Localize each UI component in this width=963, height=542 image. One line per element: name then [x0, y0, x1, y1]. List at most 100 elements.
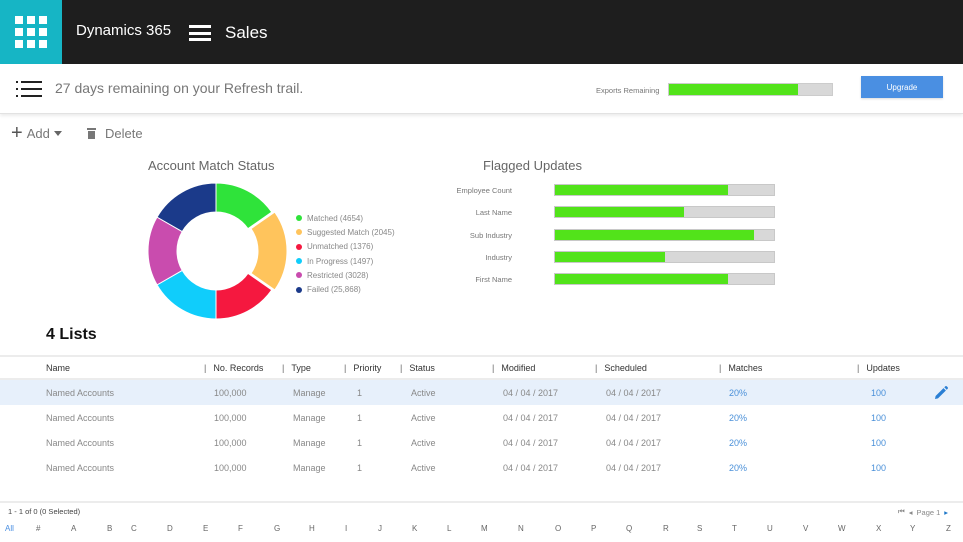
cell-scheduled: 04 / 04 / 2017: [606, 463, 662, 473]
flagged-update-row: Industry: [470, 251, 780, 265]
alpha-filter-s[interactable]: S: [697, 524, 702, 533]
exports-remaining-bar: [668, 83, 833, 96]
account-match-legend: Matched (4654) Suggested Match (2045) Unma…: [296, 211, 395, 297]
donut-slice-suggested-match[interactable]: [250, 211, 288, 291]
cell-updates[interactable]: 100: [871, 388, 886, 398]
alpha-filter-u[interactable]: U: [767, 524, 773, 533]
first-page-icon[interactable]: ⏮: [898, 507, 905, 517]
next-page-icon[interactable]: ▸: [944, 508, 948, 517]
alpha-filter-y[interactable]: Y: [910, 524, 915, 533]
cell-matches[interactable]: 20%: [729, 438, 747, 448]
alpha-filter-p[interactable]: P: [591, 524, 596, 533]
lists-count-title: 4 Lists: [46, 326, 97, 343]
alpha-filter-o[interactable]: O: [555, 524, 561, 533]
cell-type: Manage: [293, 413, 326, 423]
legend-label: In Progress (1497): [307, 256, 374, 266]
alpha-filter-d[interactable]: D: [167, 524, 173, 533]
bar-fill[interactable]: [555, 207, 685, 217]
column-header-scheduled[interactable]: | Scheduled: [595, 363, 647, 373]
alpha-filter-t[interactable]: T: [732, 524, 737, 533]
pencil-edit-icon[interactable]: [933, 385, 949, 401]
flagged-update-row: Last Name: [470, 206, 780, 220]
bar-fill[interactable]: [555, 252, 665, 262]
column-header-name[interactable]: Name: [46, 363, 70, 373]
bar-track: [554, 251, 775, 263]
cell-matches[interactable]: 20%: [729, 388, 747, 398]
alpha-filter-z[interactable]: Z: [946, 524, 951, 533]
column-header-updates[interactable]: | Updates: [857, 363, 900, 373]
table-body: Named Accounts 100,000 Manage 1 Active 04 / 0…: [0, 380, 963, 480]
bar-fill[interactable]: [555, 230, 755, 240]
column-header-modified[interactable]: | Modified: [492, 363, 535, 373]
cell-updates[interactable]: 100: [871, 413, 886, 423]
bar-fill[interactable]: [555, 274, 728, 284]
cell-matches[interactable]: 20%: [729, 413, 747, 423]
legend-label: Restricted (3028): [307, 270, 369, 280]
alpha-filter-c[interactable]: C: [131, 524, 137, 533]
alpha-filter-n[interactable]: N: [518, 524, 524, 533]
cell-priority: 1: [357, 438, 363, 448]
alpha-filter-k[interactable]: K: [412, 524, 417, 533]
alpha-filter-r[interactable]: R: [663, 524, 669, 533]
cell-name: Named Accounts: [46, 388, 115, 398]
flagged-update-row: Employee Count: [457, 184, 780, 198]
bar-track: [554, 273, 775, 285]
delete-button[interactable]: Delete: [87, 126, 143, 141]
upgrade-button[interactable]: Upgrade: [861, 76, 943, 98]
app-name[interactable]: Sales: [225, 23, 268, 43]
legend-item: In Progress (1497): [296, 254, 395, 268]
cell-name: Named Accounts: [46, 438, 115, 448]
cell-updates[interactable]: 100: [871, 463, 886, 473]
alpha-filter-a[interactable]: A: [71, 524, 76, 533]
chevron-down-icon: [53, 131, 62, 136]
alpha-filter-g[interactable]: G: [274, 524, 280, 533]
cell-records: 100,000: [214, 438, 247, 448]
previous-page-icon[interactable]: ◂: [909, 508, 913, 517]
table-row[interactable]: Named Accounts 100,000 Manage 1 Active 04 / 0…: [0, 380, 963, 405]
cell-matches[interactable]: 20%: [729, 463, 747, 473]
cell-scheduled: 04 / 04 / 2017: [606, 388, 662, 398]
top-navigation-bar: Dynamics 365 Sales: [0, 0, 963, 64]
cell-scheduled: 04 / 04 / 2017: [606, 438, 662, 448]
table-row[interactable]: Named Accounts 100,000 Manage 1 Active 04 / 0…: [0, 405, 963, 430]
add-button[interactable]: + Add: [11, 122, 62, 144]
cell-records: 100,000: [214, 388, 247, 398]
alpha-filter-m[interactable]: M: [481, 524, 488, 533]
alpha-filter-v[interactable]: V: [803, 524, 808, 533]
brand-name[interactable]: Dynamics 365: [76, 22, 171, 39]
alpha-filter-all[interactable]: All: [5, 524, 14, 533]
alpha-filter-b[interactable]: B: [107, 524, 112, 533]
legend-label: Failed (25,868): [307, 285, 361, 295]
alpha-filter-w[interactable]: W: [838, 524, 846, 533]
record-count: 1 - 1 of 0 (0 Selected): [8, 507, 81, 516]
column-header-type[interactable]: | Type: [282, 363, 311, 373]
hamburger-menu-icon[interactable]: [189, 25, 211, 41]
alpha-filter-f[interactable]: F: [238, 524, 243, 533]
alpha-filter-j[interactable]: J: [378, 524, 382, 533]
lists-table: Name | No. Records | Type | Priority | Status | Mo…: [0, 355, 963, 480]
list-menu-icon[interactable]: [16, 81, 42, 97]
alpha-filter-x[interactable]: X: [876, 524, 881, 533]
alpha-filter-q[interactable]: Q: [626, 524, 632, 533]
cell-updates[interactable]: 100: [871, 438, 886, 448]
column-header-priority[interactable]: | Priority: [344, 363, 381, 373]
bar-track: [554, 206, 775, 218]
column-header-status[interactable]: | Status: [400, 363, 435, 373]
alpha-filter-hash[interactable]: #: [36, 524, 40, 533]
table-header: Name | No. Records | Type | Priority | Status | Mo…: [0, 355, 963, 380]
plus-icon: +: [11, 122, 23, 144]
alpha-filter-l[interactable]: L: [447, 524, 451, 533]
table-row[interactable]: Named Accounts 100,000 Manage 1 Active 04 / 0…: [0, 455, 963, 480]
cell-type: Manage: [293, 463, 326, 473]
app-launcher-button[interactable]: [0, 0, 62, 64]
bar-track: [554, 184, 775, 196]
column-header-matches[interactable]: | Matches: [719, 363, 762, 373]
column-header-no-records[interactable]: | No. Records: [204, 363, 263, 373]
alpha-filter-h[interactable]: H: [309, 524, 315, 533]
page-label: Page 1: [916, 507, 941, 517]
bar-fill[interactable]: [555, 185, 728, 195]
alpha-filter-i[interactable]: I: [345, 524, 347, 533]
legend-dot-icon: [296, 258, 302, 265]
alpha-filter-e[interactable]: E: [203, 524, 208, 533]
table-row[interactable]: Named Accounts 100,000 Manage 1 Active 04 / 0…: [0, 430, 963, 455]
